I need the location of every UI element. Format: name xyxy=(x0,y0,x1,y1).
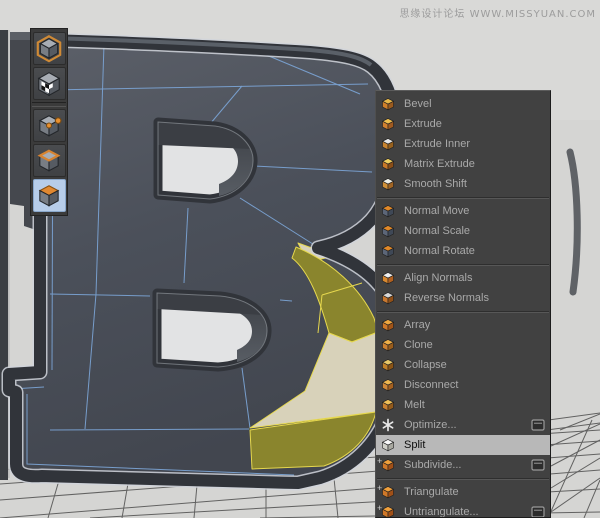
menu-item-label: Normal Rotate xyxy=(404,245,475,257)
watermark: 思缘设计论坛 WWW.MISSYUAN.COM xyxy=(399,5,596,20)
lower-hole xyxy=(157,293,267,367)
edges-mode-button[interactable] xyxy=(33,144,66,177)
menu-item-smoothshift[interactable]: Smooth Shift xyxy=(376,174,550,194)
menu-item-label: Normal Move xyxy=(404,205,469,217)
menu-item-matrixextrude[interactable]: Matrix Extrude xyxy=(376,154,550,174)
reverse-normals-icon xyxy=(381,291,395,305)
points-mode-button[interactable] xyxy=(33,109,66,142)
menu-item-label: Align Normals xyxy=(404,272,472,284)
open-dialog-icon xyxy=(531,419,545,431)
menu-item-array[interactable]: Array xyxy=(376,315,550,335)
open-dialog-icon xyxy=(531,459,545,471)
menu-item-label: Clone xyxy=(404,339,433,351)
menu-separator xyxy=(376,261,550,268)
open-dialog-button[interactable] xyxy=(531,459,545,471)
menu-item-label: Bevel xyxy=(404,98,432,110)
menu-item-label: Collapse xyxy=(404,359,447,371)
open-dialog-icon xyxy=(531,506,545,518)
menu-item-label: Untriangulate... xyxy=(404,506,479,518)
menu-item-normalrotate[interactable]: Normal Rotate xyxy=(376,241,550,261)
model-mode-icon xyxy=(35,35,63,63)
extrude-icon xyxy=(381,117,395,131)
menu-item-reversenormals[interactable]: Reverse Normals xyxy=(376,288,550,308)
align-normals-icon xyxy=(381,271,395,285)
texture-mode-button[interactable] xyxy=(33,67,66,100)
menu-item-melt[interactable]: Melt xyxy=(376,395,550,415)
plus-mark-icon: + xyxy=(377,457,382,466)
menu-item-optimize[interactable]: Optimize... xyxy=(376,415,550,435)
smooth-shift-icon xyxy=(381,177,395,191)
normal-scale-icon xyxy=(381,224,395,238)
normal-move-icon xyxy=(381,204,395,218)
untriangulate-icon xyxy=(381,505,395,518)
menu-item-collapse[interactable]: Collapse xyxy=(376,355,550,375)
menu-item-label: Triangulate xyxy=(404,486,459,498)
menu-item-label: Smooth Shift xyxy=(404,178,467,190)
plus-mark-icon: + xyxy=(377,484,382,493)
menu-item-subdivide[interactable]: + Subdivide... xyxy=(376,455,550,475)
clone-icon xyxy=(381,338,395,352)
menu-item-alignnormals[interactable]: Align Normals xyxy=(376,268,550,288)
menu-item-extrude[interactable]: Extrude xyxy=(376,114,550,134)
menu-item-label: Subdivide... xyxy=(404,459,461,471)
menu-item-label: Array xyxy=(404,319,430,331)
menu-item-split[interactable]: Split xyxy=(376,435,550,455)
upper-hole xyxy=(158,122,253,199)
menu-item-label: Matrix Extrude xyxy=(404,158,475,170)
disconnect-icon xyxy=(381,378,395,392)
bevel-icon xyxy=(381,97,395,111)
menu-separator xyxy=(376,194,550,201)
menu-item-label: Reverse Normals xyxy=(404,292,489,304)
normal-rotate-icon xyxy=(381,244,395,258)
open-dialog-button[interactable] xyxy=(531,506,545,518)
menu-item-disconnect[interactable]: Disconnect xyxy=(376,375,550,395)
open-dialog-button[interactable] xyxy=(531,419,545,431)
menu-item-normalscale[interactable]: Normal Scale xyxy=(376,221,550,241)
menu-separator xyxy=(376,475,550,482)
extrude-inner-icon xyxy=(381,137,395,151)
matrix-extrude-icon xyxy=(381,157,395,171)
subdivide-icon xyxy=(381,458,395,472)
triangulate-icon xyxy=(381,485,395,499)
menu-item-label: Extrude Inner xyxy=(404,138,470,150)
menu-item-bevel[interactable]: Bevel xyxy=(376,94,550,114)
collapse-icon xyxy=(381,358,395,372)
toolbar-divider xyxy=(32,102,66,107)
model-mode-button[interactable] xyxy=(33,32,66,65)
polygons-mode-icon xyxy=(35,182,63,210)
plus-mark-icon: + xyxy=(377,504,382,513)
menu-item-clone[interactable]: Clone xyxy=(376,335,550,355)
menu-item-untriangulate[interactable]: + Untriangulate... xyxy=(376,502,550,518)
menu-item-label: Extrude xyxy=(404,118,442,130)
points-mode-icon xyxy=(35,112,63,140)
menu-item-label: Disconnect xyxy=(404,379,458,391)
menu-item-normalmove[interactable]: Normal Move xyxy=(376,201,550,221)
context-menu: Bevel Extrude Extrude Inner Matrix Extru… xyxy=(375,90,551,518)
menu-item-label: Optimize... xyxy=(404,419,457,431)
menu-item-label: Melt xyxy=(404,399,425,411)
optimize-icon xyxy=(381,418,395,432)
mode-toolbar xyxy=(30,28,68,216)
edges-mode-icon xyxy=(35,147,63,175)
split-icon xyxy=(381,438,395,452)
texture-mode-icon xyxy=(35,70,63,98)
menu-item-extrudeinner[interactable]: Extrude Inner xyxy=(376,134,550,154)
polygons-mode-button[interactable] xyxy=(33,179,66,212)
menu-separator xyxy=(376,308,550,315)
melt-icon xyxy=(381,398,395,412)
menu-item-label: Split xyxy=(404,439,425,451)
menu-item-label: Normal Scale xyxy=(404,225,470,237)
menu-item-triangulate[interactable]: + Triangulate xyxy=(376,482,550,502)
array-icon xyxy=(381,318,395,332)
